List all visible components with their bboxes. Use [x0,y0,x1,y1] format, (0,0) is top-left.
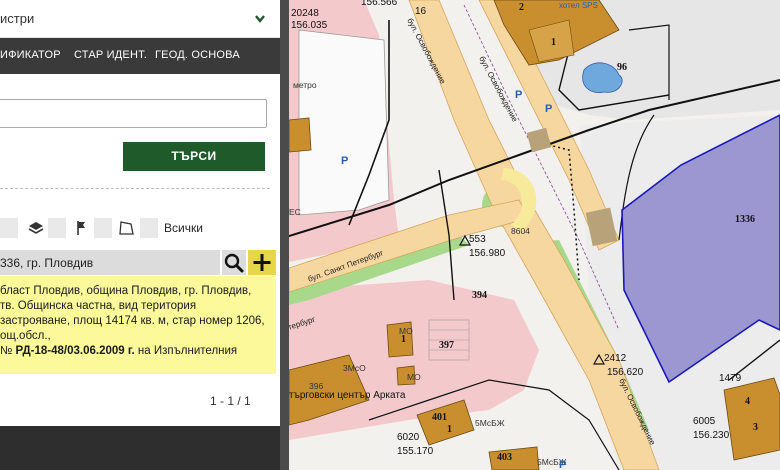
map-label: 2412 [604,353,627,364]
building-unit-number: 1 [447,424,452,435]
layer-select-value: истри [0,11,35,26]
map-label-trade-center: търговски център Арката [289,390,406,401]
search-input[interactable] [0,99,267,128]
divider [0,188,270,189]
order-number: РД-18-48/03.06.2009 г. [15,345,135,357]
layer-select[interactable]: истри [0,0,280,38]
pagination: 1 - 1 / 1 [210,394,251,408]
chevron-down-icon[interactable] [254,11,266,29]
detail-line-order: № РД-18-48/03.06.2009 г. на Изпълнителни… [0,344,272,359]
filter-checkbox-all[interactable] [140,218,158,238]
filter-checkbox[interactable] [0,218,18,238]
zoom-to-result-button[interactable] [222,250,246,275]
result-item[interactable]: 336, гр. Пловдив [0,250,220,275]
building-unit-number: 2 [519,2,524,13]
map-label: 96 [617,62,627,73]
polygon-icon[interactable] [116,218,136,238]
plus-icon [253,254,271,271]
filter-checkbox[interactable] [94,218,112,238]
map-label: 403 [497,452,512,463]
map-label: 401 [432,412,447,423]
map-label: 3МсО [343,363,366,373]
search-button[interactable]: ТЪРСИ [123,142,265,171]
map-canvas[interactable]: 20248 156.035 156.566 16 хотел SPS 96 ме… [289,0,780,470]
detail-line: ощ.обсл., [0,330,51,342]
map-label: 20248 [291,8,319,19]
map-label: 553 [469,234,486,245]
map-label: ЕС [289,207,301,217]
panel-splitter[interactable] [280,0,289,470]
detail-line: застрояване, площ 14174 кв. м, стар номе… [0,315,265,327]
map-label: 6020 [397,432,420,443]
flag-icon[interactable] [72,218,92,238]
parking-icon: P [341,155,348,167]
cadastral-map[interactable]: 20248 156.035 156.566 16 хотел SPS 96 ме… [289,0,780,470]
map-label: 156.035 [291,20,328,31]
tab-identifier[interactable]: ИФИКАТОР [0,49,61,61]
parcel-number-1336: 1336 [735,214,755,225]
search-tabs: ИФИКАТОР СТАР ИДЕНТ. ГЕОД. ОСНОВА [0,38,280,74]
filter-bar: Всички [0,216,280,240]
map-label: 156.566 [361,0,398,8]
map-area-pink [289,280,539,440]
map-block [298,29,390,216]
add-button[interactable] [248,250,276,275]
map-label: 1479 [719,373,742,384]
tab-old-identifier[interactable]: СТАР ИДЕНТ. [74,49,147,61]
order-prefix: № [0,345,16,357]
map-label: 156.230 [693,430,730,441]
tab-geodetic-base[interactable]: ГЕОД. ОСНОВА [155,49,240,61]
map-label: 394 [472,290,487,301]
map-label: 5МсБЖ [475,418,505,428]
map-label-metro: метро [293,80,317,90]
detail-line: тв. Общинска частна, вид територия [0,300,197,312]
map-label: 156.620 [607,367,644,378]
map-label-hotel: хотел SPS [559,1,598,10]
building-unit-number: 1 [401,334,406,345]
search-panel: истри ИФИКАТОР СТАР ИДЕНТ. ГЕОД. ОСНОВА … [0,0,280,470]
map-label: 397 [439,340,454,351]
detail-line: бласт Пловдив, община Пловдив, гр. Пловд… [0,285,252,297]
map-label: 155.170 [397,446,434,457]
building-unit-number: 4 [745,396,750,407]
order-suffix: на Изпълнителния [134,345,238,357]
search-icon [224,253,244,273]
parking-icon: P [515,89,522,101]
building-unit-number: 1 [551,37,556,48]
map-label: 6005 [693,416,716,427]
panel-footer [0,426,280,470]
parking-icon: P [559,459,566,470]
map-label: 156.980 [469,248,506,259]
parking-icon: P [545,103,552,115]
filter-all-label: Всички [164,221,203,235]
map-label: 16 [415,6,427,17]
result-title: 336, гр. Пловдив [0,256,94,270]
building-unit-number: 3 [753,422,758,433]
layers-icon[interactable] [26,218,46,238]
map-label: 8604 [511,226,530,236]
result-details: бласт Пловдив, община Пловдив, гр. Пловд… [0,276,276,374]
map-label: МО [407,372,421,382]
filter-checkbox[interactable] [48,218,66,238]
